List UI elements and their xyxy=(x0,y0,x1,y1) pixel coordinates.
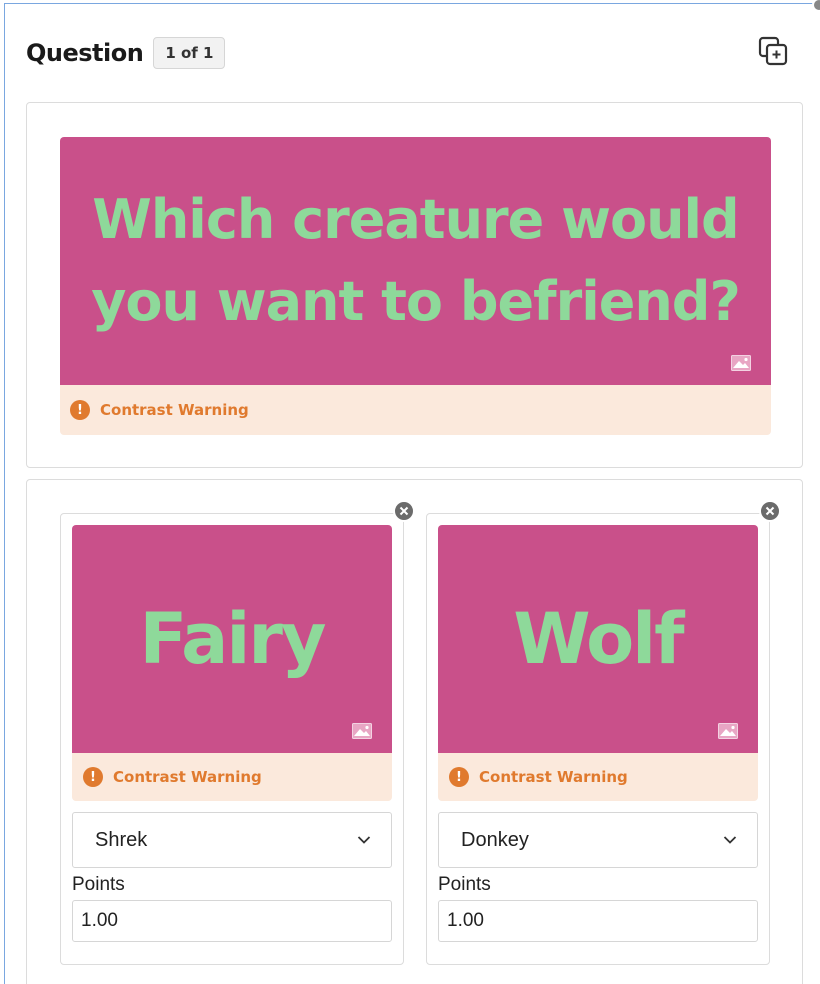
answer-tile[interactable]: Wolf xyxy=(438,525,758,753)
copy-add-icon xyxy=(758,36,788,66)
answer-option: Wolf ! Contrast Warning Donkey Points xyxy=(426,500,781,965)
image-icon[interactable] xyxy=(731,355,751,371)
contrast-warning-text: Contrast Warning xyxy=(479,768,628,786)
close-icon xyxy=(399,506,409,516)
outcome-select[interactable]: Donkey xyxy=(438,812,758,868)
exclamation-circle-icon: ! xyxy=(449,767,469,787)
exclamation-circle-icon: ! xyxy=(70,400,90,420)
points-input[interactable] xyxy=(438,900,758,942)
answer-text: Wolf xyxy=(513,598,684,680)
outcome-select-value: Shrek xyxy=(95,828,148,851)
points-input[interactable] xyxy=(72,900,392,942)
image-icon[interactable] xyxy=(718,723,738,739)
image-icon[interactable] xyxy=(352,723,372,739)
duplicate-button[interactable] xyxy=(756,34,790,68)
outcome-select-value: Donkey xyxy=(461,828,529,851)
contrast-warning-text: Contrast Warning xyxy=(113,768,262,786)
outcome-select[interactable]: Shrek xyxy=(72,812,392,868)
resize-handle[interactable] xyxy=(812,0,820,12)
points-label: Points xyxy=(438,874,491,895)
contrast-warning-text: Contrast Warning xyxy=(100,401,249,419)
answers-card: Fairy ! Contrast Warning Shrek Points 1.… xyxy=(26,479,803,984)
contrast-warning: ! Contrast Warning xyxy=(60,385,771,435)
contrast-warning: ! Contrast Warning xyxy=(438,753,758,801)
remove-answer-button[interactable] xyxy=(759,500,781,522)
question-tile[interactable]: Which creature would you want to befrien… xyxy=(60,137,771,385)
remove-answer-button[interactable] xyxy=(393,500,415,522)
answer-tile[interactable]: Fairy xyxy=(72,525,392,753)
question-card: Which creature would you want to befrien… xyxy=(26,102,803,468)
question-header: Question 1 of 1 xyxy=(26,36,226,70)
answer-text: Fairy xyxy=(139,598,326,680)
close-icon xyxy=(765,506,775,516)
contrast-warning: ! Contrast Warning xyxy=(72,753,392,801)
exclamation-circle-icon: ! xyxy=(83,767,103,787)
page-title: Question xyxy=(26,39,144,67)
points-label: Points xyxy=(72,874,125,895)
chevron-down-icon xyxy=(723,836,737,844)
question-text: Which creature would you want to befrien… xyxy=(91,188,741,333)
chevron-down-icon xyxy=(357,836,371,844)
question-count-badge: 1 of 1 xyxy=(153,37,226,69)
answer-option: Fairy ! Contrast Warning Shrek Points xyxy=(60,500,415,965)
